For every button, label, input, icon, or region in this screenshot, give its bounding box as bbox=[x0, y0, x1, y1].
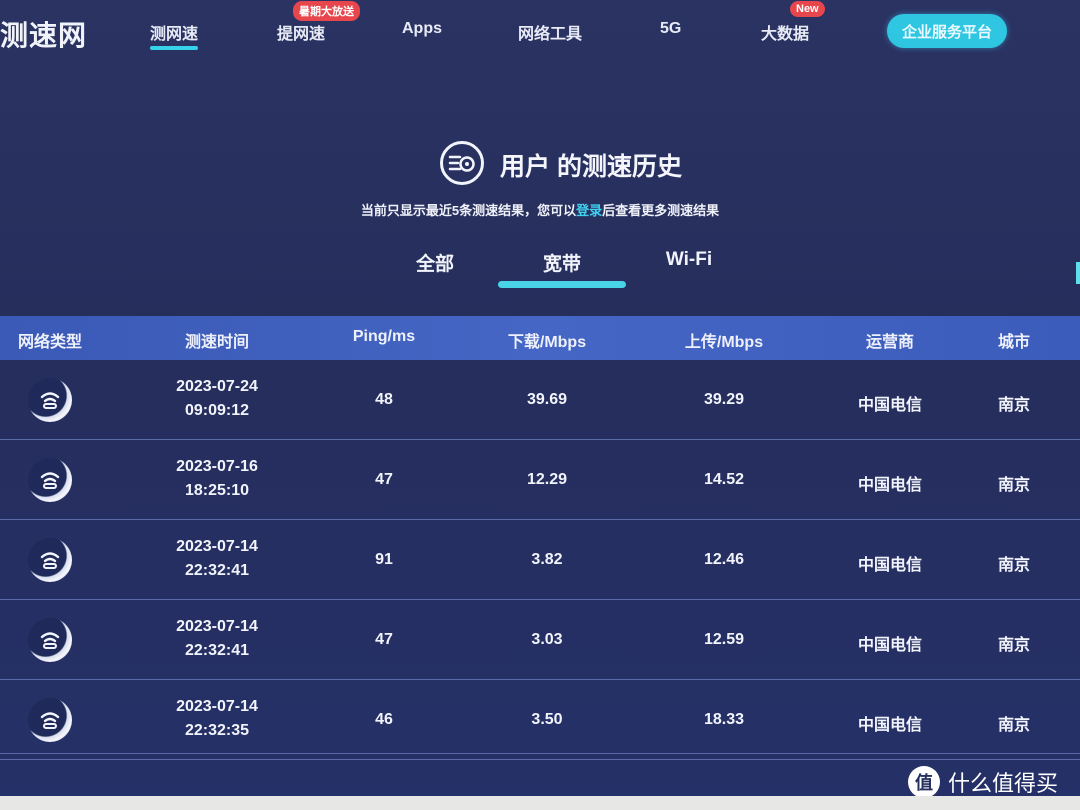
promo-badge: 暑期大放送 bbox=[293, 1, 360, 21]
test-date: 2023-07-14 bbox=[176, 698, 258, 715]
broadband-icon bbox=[28, 698, 72, 742]
table-row: 2023-07-14 22:32:41 47 3.03 12.59 中国电信 南京 bbox=[0, 600, 1080, 680]
table-row: 2023-07-14 22:32:41 91 3.82 12.46 中国电信 南京 bbox=[0, 520, 1080, 600]
test-clock: 18:25:10 bbox=[184, 482, 250, 499]
nav-item-speed-test[interactable]: 测网速 bbox=[150, 20, 199, 50]
table-row: 2023-07-14 22:32:35 46 3.50 18.33 中国电信 南京 bbox=[0, 680, 1080, 760]
upload-value: 12.59 bbox=[703, 631, 745, 648]
upload-value: 18.33 bbox=[703, 711, 745, 728]
column-header-network-type: 网络类型 bbox=[17, 334, 83, 351]
download-value: 3.03 bbox=[531, 631, 563, 648]
ping-value: 48 bbox=[375, 391, 393, 408]
test-time: 2023-07-24 09:09:12 bbox=[176, 375, 258, 423]
test-date: 2023-07-14 bbox=[176, 538, 258, 555]
isp-value: 中国电信 bbox=[857, 557, 923, 574]
history-notice: 当前只显示最近5条测速结果，您可以登录后查看更多测速结果 bbox=[0, 200, 1080, 219]
column-header-test-time: 测速时间 bbox=[184, 334, 250, 351]
page-title: 用户 的测速历史 bbox=[500, 153, 682, 181]
enterprise-platform-button[interactable]: 企业服务平台 bbox=[887, 14, 1007, 48]
test-time: 2023-07-14 22:32:41 bbox=[176, 535, 258, 583]
test-time: 2023-07-14 22:32:35 bbox=[176, 695, 258, 743]
test-clock: 22:32:41 bbox=[184, 642, 250, 659]
ping-value: 47 bbox=[375, 631, 393, 648]
test-clock: 22:32:35 bbox=[184, 722, 250, 739]
top-navigation: 测速网 测网速 提网速 暑期大放送 Apps 网络工具 5G 大数据 New 企… bbox=[0, 0, 1080, 60]
test-clock: 22:32:41 bbox=[184, 562, 250, 579]
broadband-icon bbox=[28, 458, 72, 502]
nav-item-apps[interactable]: Apps bbox=[402, 20, 442, 38]
new-badge: New bbox=[790, 1, 825, 17]
divider bbox=[0, 753, 1080, 754]
city-value: 南京 bbox=[997, 477, 1031, 494]
test-date: 2023-07-16 bbox=[176, 458, 258, 475]
notice-text-after: 后查看更多测速结果 bbox=[602, 203, 720, 218]
isp-value: 中国电信 bbox=[857, 397, 923, 414]
speed-history-icon bbox=[440, 141, 484, 185]
column-header-ping: Ping/ms bbox=[352, 328, 416, 345]
nav-item-big-data[interactable]: 大数据 bbox=[761, 20, 809, 44]
ping-value: 46 bbox=[375, 711, 393, 728]
column-header-download: 下载/Mbps bbox=[507, 334, 587, 351]
table-row: 2023-07-16 18:25:10 47 12.29 14.52 中国电信 南京 bbox=[0, 440, 1080, 520]
download-value: 3.82 bbox=[531, 551, 563, 568]
column-header-upload: 上传/Mbps bbox=[684, 334, 764, 351]
nav-item-network-tools[interactable]: 网络工具 bbox=[518, 20, 582, 44]
download-value: 39.69 bbox=[526, 391, 568, 408]
screen-bezel bbox=[0, 796, 1080, 810]
tab-all[interactable]: 全部 bbox=[371, 249, 499, 276]
watermark: 值 什么值得买 bbox=[908, 766, 1058, 798]
test-clock: 09:09:12 bbox=[184, 402, 250, 419]
notice-text-before: 当前只显示最近5条测速结果，您可以 bbox=[360, 203, 577, 218]
nav-item-5g[interactable]: 5G bbox=[660, 20, 681, 38]
watermark-text: 什么值得买 bbox=[948, 771, 1059, 796]
column-header-city: 城市 bbox=[997, 334, 1031, 351]
column-header-isp: 运营商 bbox=[865, 334, 915, 351]
isp-value: 中国电信 bbox=[857, 477, 923, 494]
table-header: 网络类型 测速时间 Ping/ms 下载/Mbps 上传/Mbps 运营商 城市 bbox=[0, 316, 1080, 360]
city-value: 南京 bbox=[997, 557, 1031, 574]
upload-value: 14.52 bbox=[703, 471, 745, 488]
broadband-icon bbox=[28, 538, 72, 582]
side-scroll-indicator bbox=[1076, 262, 1080, 284]
isp-value: 中国电信 bbox=[857, 717, 923, 734]
test-date: 2023-07-14 bbox=[176, 618, 258, 635]
upload-value: 39.29 bbox=[703, 391, 745, 408]
city-value: 南京 bbox=[997, 397, 1031, 414]
active-tab-indicator bbox=[498, 281, 626, 288]
nav-item-boost-speed[interactable]: 提网速 bbox=[277, 20, 325, 44]
ping-value: 91 bbox=[375, 551, 393, 568]
broadband-icon bbox=[28, 378, 72, 422]
city-value: 南京 bbox=[997, 637, 1031, 654]
table-row: 2023-07-24 09:09:12 48 39.69 39.29 中国电信 南京 bbox=[0, 360, 1080, 440]
test-date: 2023-07-24 bbox=[176, 378, 258, 395]
site-logo[interactable]: 测速网 bbox=[0, 14, 87, 54]
tab-wifi[interactable]: Wi-Fi bbox=[625, 249, 753, 271]
download-value: 12.29 bbox=[526, 471, 568, 488]
city-value: 南京 bbox=[997, 717, 1031, 734]
isp-value: 中国电信 bbox=[857, 637, 923, 654]
test-time: 2023-07-16 18:25:10 bbox=[176, 455, 258, 503]
upload-value: 12.46 bbox=[703, 551, 745, 568]
broadband-icon bbox=[28, 618, 72, 662]
download-value: 3.50 bbox=[531, 711, 563, 728]
ping-value: 47 bbox=[375, 471, 393, 488]
login-link[interactable]: 登录 bbox=[576, 203, 602, 218]
smzdm-logo-icon: 值 bbox=[908, 766, 940, 798]
test-time: 2023-07-14 22:32:41 bbox=[176, 615, 258, 663]
tab-broadband[interactable]: 宽带 bbox=[498, 249, 626, 276]
